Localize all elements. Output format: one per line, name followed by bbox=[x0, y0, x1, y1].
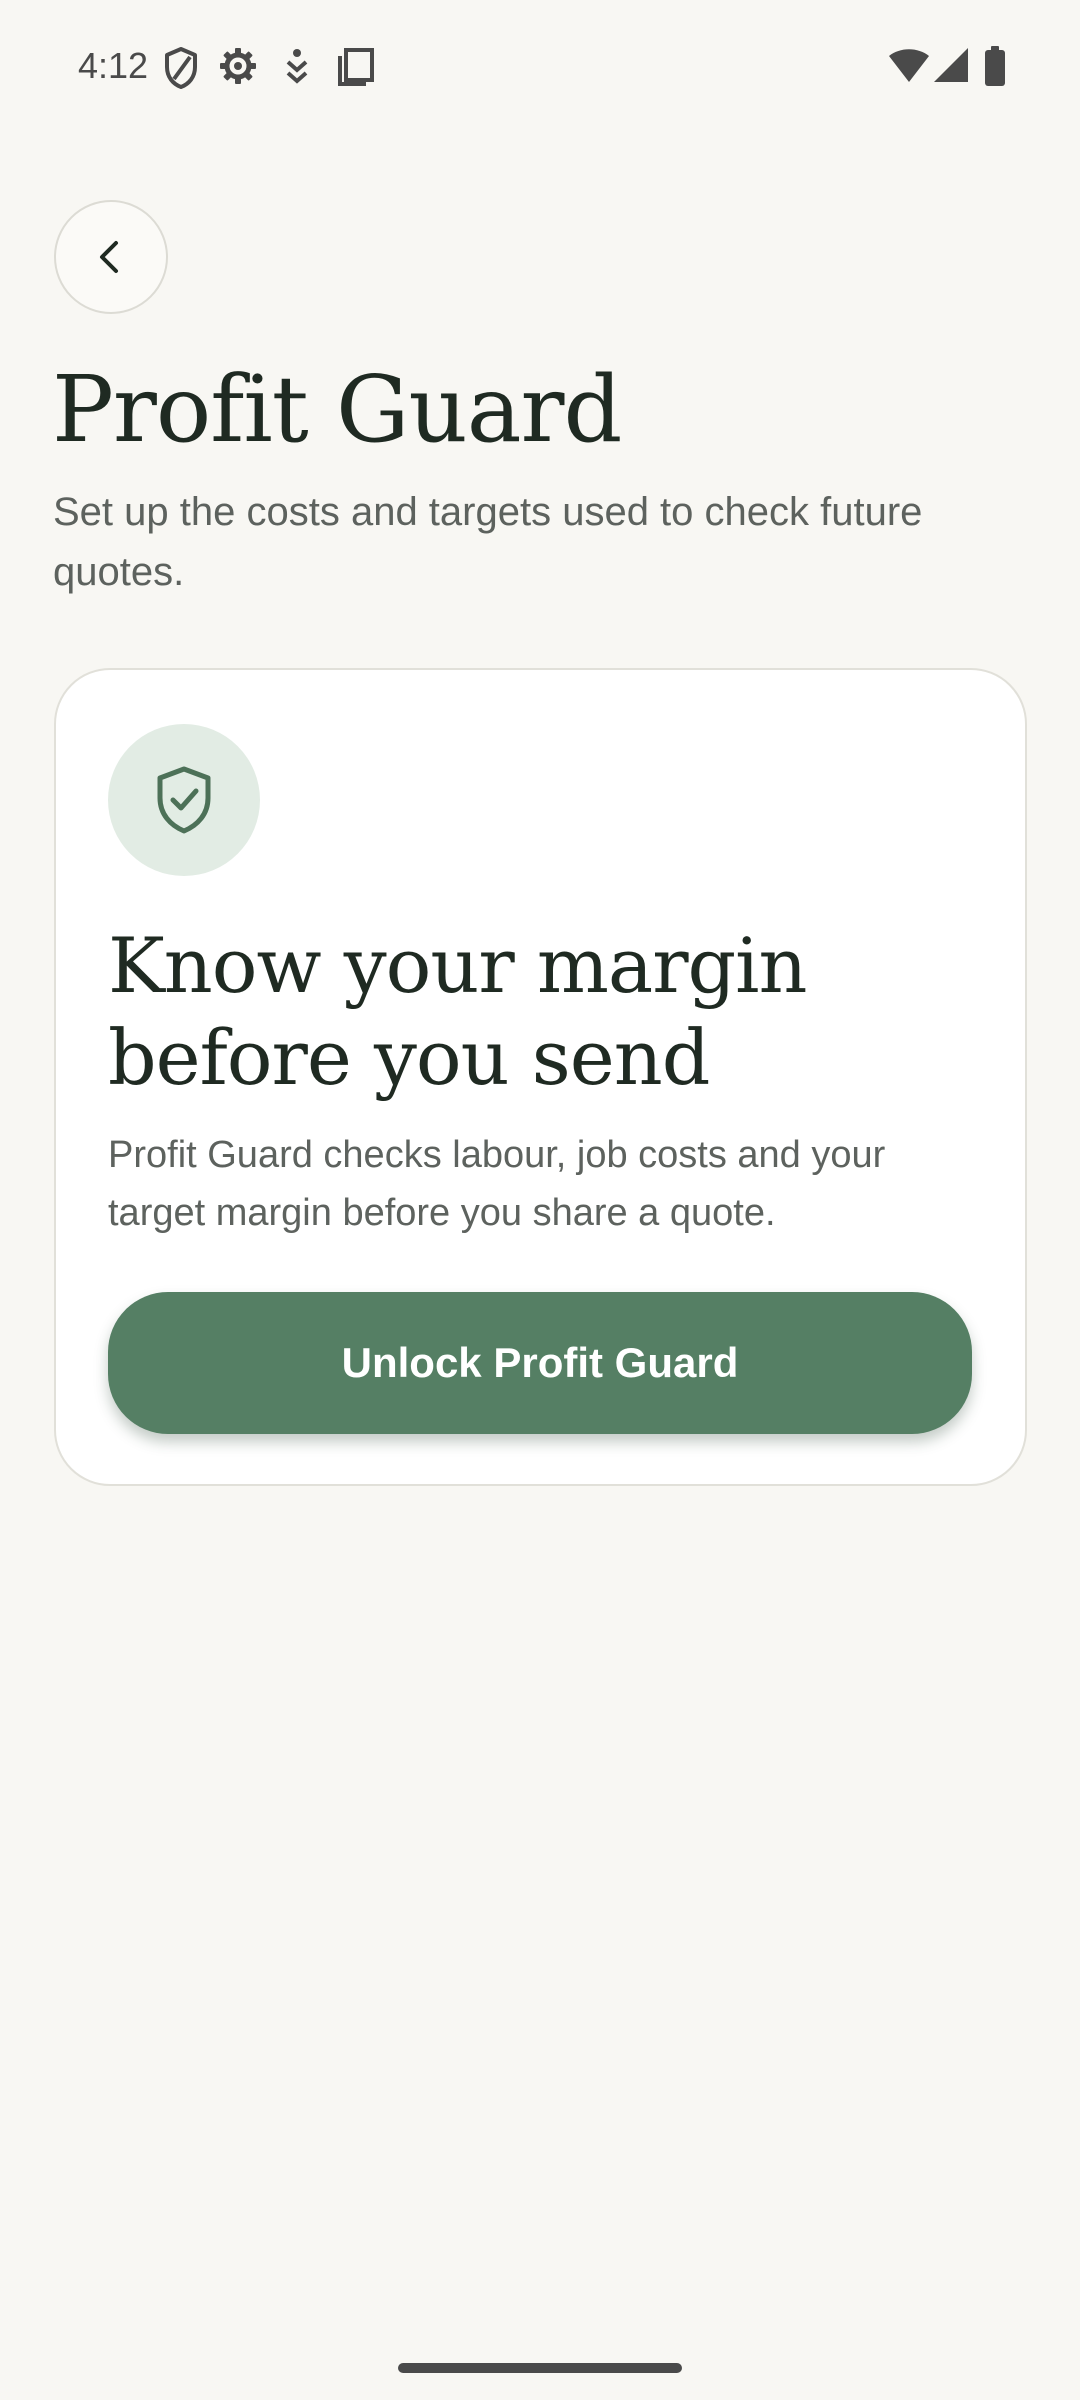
status-time: 4:12 bbox=[78, 45, 149, 86]
gesture-nav-handle[interactable] bbox=[398, 2363, 682, 2373]
page-title: Profit Guard bbox=[52, 356, 622, 463]
download-status-icon bbox=[286, 49, 308, 84]
shield-badge bbox=[108, 724, 260, 876]
back-button[interactable] bbox=[54, 200, 168, 314]
profit-guard-card: Know your margin before you send Profit … bbox=[54, 668, 1027, 1486]
status-bar: 4:12 bbox=[0, 0, 1080, 136]
copy-status-icon bbox=[338, 48, 374, 86]
page-subtitle: Set up the costs and targets used to che… bbox=[53, 490, 923, 594]
shield-status-icon bbox=[165, 47, 197, 89]
card-description: Profit Guard checks labour, job costs an… bbox=[108, 1134, 886, 1234]
card-heading: Know your margin before you send bbox=[108, 921, 807, 1102]
battery-icon bbox=[985, 46, 1005, 86]
cellular-signal-icon bbox=[934, 48, 968, 82]
gear-status-icon bbox=[220, 48, 256, 84]
chevron-left-icon bbox=[100, 241, 118, 273]
wifi-icon bbox=[889, 49, 929, 82]
unlock-profit-guard-button[interactable]: Unlock Profit Guard bbox=[108, 1292, 972, 1434]
shield-check-icon bbox=[157, 766, 211, 834]
